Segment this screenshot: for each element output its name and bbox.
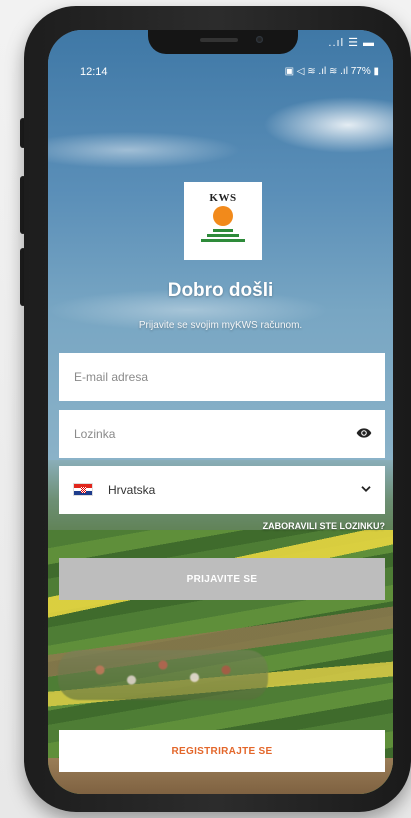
register-button[interactable]: REGISTRIRAJTE SE bbox=[59, 730, 385, 772]
logo-sun-icon bbox=[213, 206, 233, 226]
croatia-flag-icon bbox=[73, 483, 93, 496]
logo-field-bars-icon bbox=[198, 229, 248, 244]
password-field-container bbox=[59, 410, 385, 458]
country-select[interactable]: Hrvatska bbox=[59, 466, 385, 514]
eye-icon[interactable] bbox=[356, 427, 372, 439]
kws-logo: KWS bbox=[184, 182, 262, 260]
login-button[interactable]: PRIJAVITE SE bbox=[59, 558, 385, 600]
status-system-icons: ▣ ◁ ≋ .ıl ≋ .ıl 77% ▮ bbox=[284, 66, 379, 77]
front-camera bbox=[256, 36, 263, 43]
android-status-bar: 12:14 ▣ ◁ ≋ .ıl ≋ .ıl 77% ▮ bbox=[48, 64, 393, 82]
country-selected-value: Hrvatska bbox=[108, 483, 156, 497]
password-field[interactable] bbox=[59, 410, 385, 458]
speaker-grille bbox=[200, 38, 238, 42]
chevron-down-icon bbox=[361, 486, 371, 492]
phone-notch bbox=[148, 30, 298, 54]
app-screen: ..ıl ☰ ▬ 12:14 ▣ ◁ ≋ .ıl ≋ .ıl 77% ▮ KWS… bbox=[48, 30, 393, 794]
welcome-subtitle: Prijavite se svojim myKWS računom. bbox=[138, 320, 303, 331]
background-village bbox=[58, 650, 268, 700]
ios-status-icons: ..ıl ☰ ▬ bbox=[328, 37, 375, 49]
status-time: 12:14 bbox=[80, 66, 108, 78]
forgot-password-link[interactable]: ZABORAVILI STE LOZINKU? bbox=[263, 521, 385, 531]
email-field[interactable] bbox=[59, 353, 385, 401]
logo-text: KWS bbox=[209, 192, 237, 204]
email-field-container bbox=[59, 353, 385, 401]
welcome-title: Dobro došli bbox=[167, 280, 274, 301]
page: ..ıl ☰ ▬ 12:14 ▣ ◁ ≋ .ıl ≋ .ıl 77% ▮ KWS… bbox=[0, 0, 411, 818]
